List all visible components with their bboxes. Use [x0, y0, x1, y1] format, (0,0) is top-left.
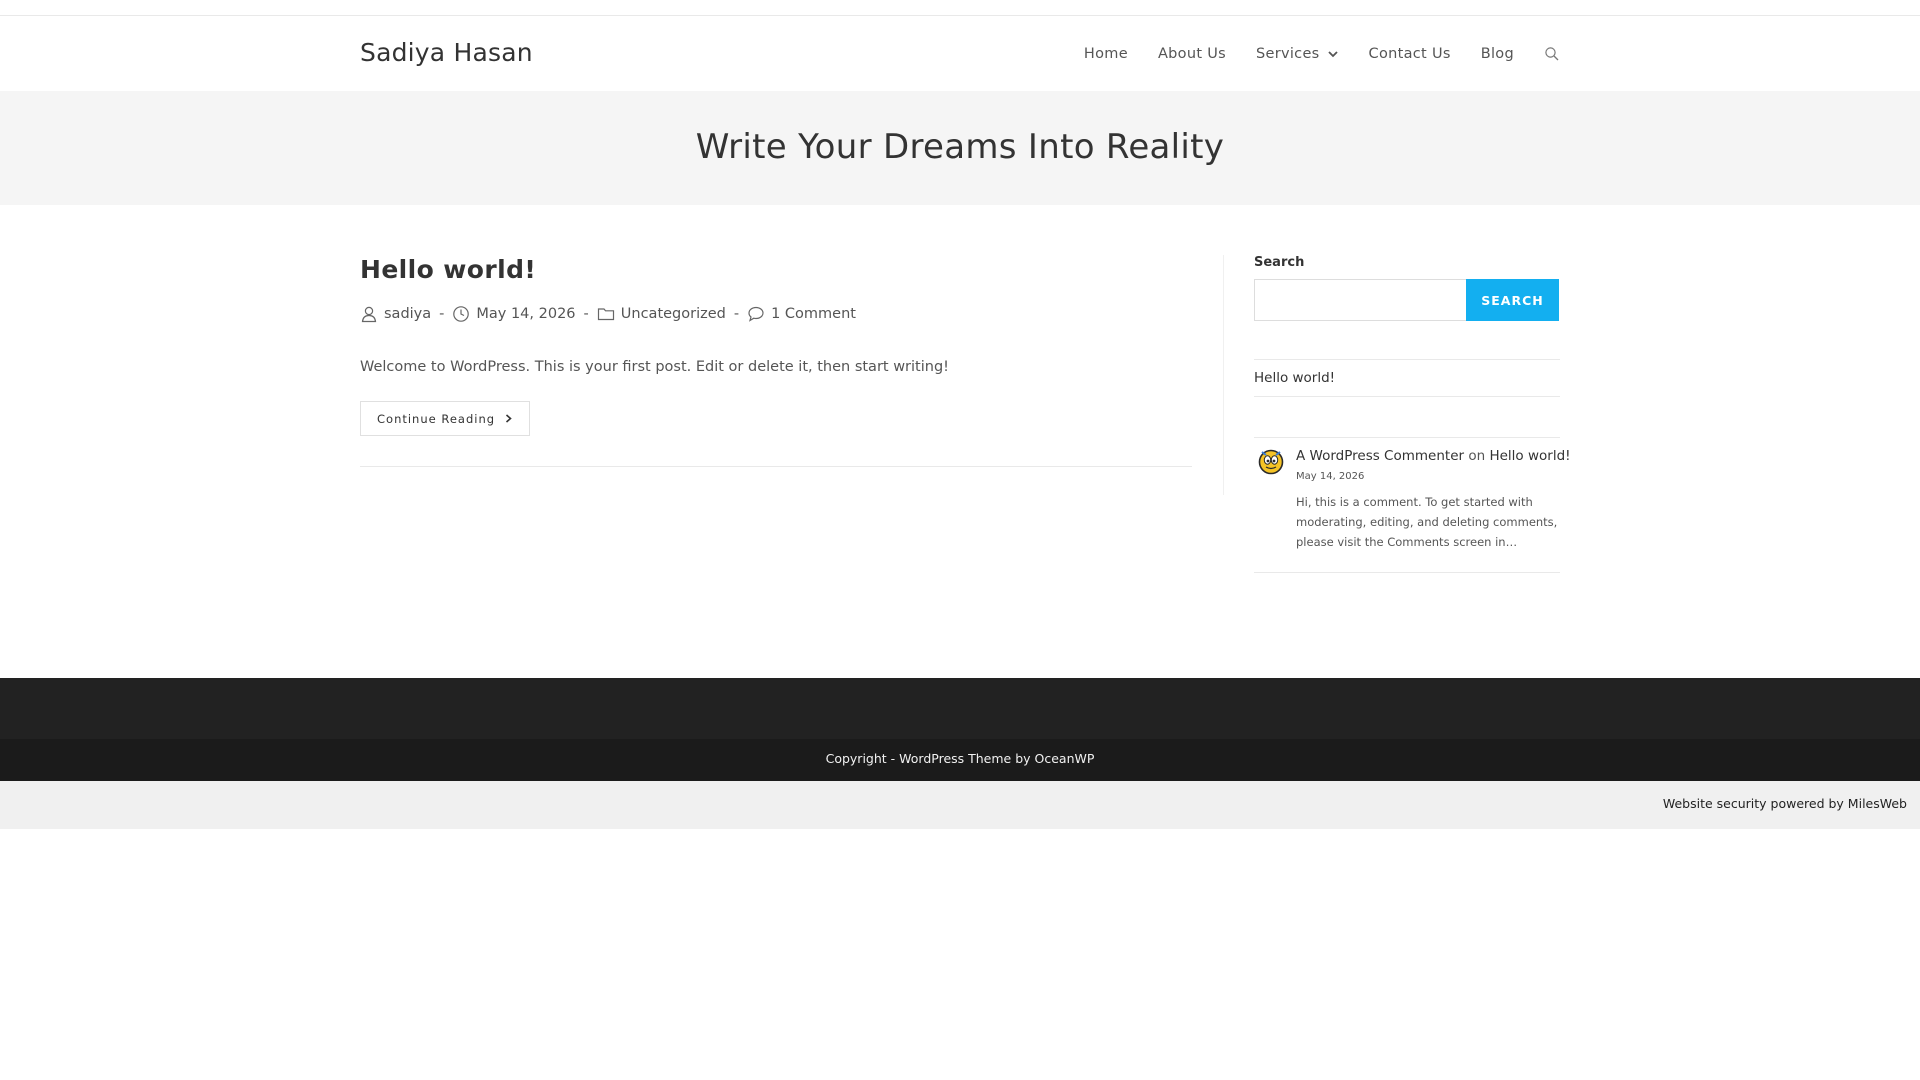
nav-item-services-label: Services	[1255, 45, 1320, 62]
recent-post-link[interactable]: Hello world!	[1254, 360, 1560, 386]
folder-icon	[597, 308, 614, 321]
sidebar-divider	[1223, 255, 1224, 495]
post-date: May 14, 2026	[452, 305, 576, 323]
search-form: SEARCH	[1254, 279, 1559, 321]
user-icon	[361, 306, 377, 323]
post-date-text: May 14, 2026	[476, 306, 576, 322]
comment-post-link[interactable]: Hello world!	[1489, 448, 1570, 464]
main-nav: Home About Us Services Contact Us Blog	[1084, 16, 1560, 91]
post-excerpt: Welcome to WordPress. This is your first…	[360, 359, 949, 375]
comment-icon	[748, 306, 764, 322]
recent-comment-header: A WordPress Commenter on Hello world!	[1296, 448, 1571, 464]
meta-separator: -	[733, 306, 740, 322]
post-comments-link[interactable]: 1 Comment	[771, 306, 856, 322]
post-category-link[interactable]: Uncategorized	[621, 306, 726, 322]
security-bar: Website security powered by MilesWeb	[0, 781, 1920, 829]
post-author: sadiya	[360, 305, 431, 323]
post-list: Hello world! sadiya - May 14, 2026 - Unc…	[360, 255, 1192, 467]
comment-date: May 14, 2026	[1296, 471, 1365, 482]
post-divider	[360, 466, 1192, 467]
post-category: Uncategorized	[597, 305, 726, 323]
clock-icon	[453, 306, 470, 322]
meta-separator: -	[583, 306, 589, 322]
search-widget-label: Search	[1254, 255, 1305, 270]
footer-widgets	[0, 678, 1920, 739]
nav-item-home[interactable]: Home	[1084, 46, 1128, 62]
nav-item-services[interactable]: Services	[1256, 46, 1339, 62]
nav-item-contact-us[interactable]: Contact Us	[1369, 46, 1451, 62]
recent-comments-widget: A WordPress Commenter on Hello world! Ma…	[1254, 437, 1571, 573]
recent-posts-widget: Hello world!	[1254, 359, 1560, 397]
sidebar: Search SEARCH Hello world! A WordPress C…	[1254, 255, 1571, 573]
post-author-link[interactable]: sadiya	[384, 306, 431, 322]
avatar	[1256, 446, 1286, 476]
search-icon[interactable]	[1544, 46, 1560, 62]
post-entry: Hello world! sadiya - May 14, 2026 - Unc…	[360, 255, 1192, 467]
footer-bottom: Copyright - WordPress Theme by OceanWP	[0, 739, 1920, 781]
comment-author-link[interactable]: A WordPress Commenter	[1296, 448, 1464, 464]
post-comments: 1 Comment	[747, 305, 856, 323]
search-input[interactable]	[1254, 279, 1466, 321]
security-link[interactable]: Website security powered by MilesWeb	[1663, 796, 1907, 811]
chevron-right-icon	[506, 414, 512, 423]
search-button[interactable]: SEARCH	[1466, 279, 1559, 321]
page-title: Write Your Dreams Into Reality	[695, 127, 1225, 167]
nav-item-about-us[interactable]: About Us	[1158, 46, 1226, 62]
page-header: Write Your Dreams Into Reality	[0, 91, 1920, 205]
comment-excerpt: Hi, this is a comment. To get started wi…	[1296, 495, 1558, 549]
post-meta: sadiya - May 14, 2026 - Uncategorized - …	[360, 305, 856, 323]
top-bar	[0, 0, 1920, 16]
site-title[interactable]: Sadiya Hasan	[360, 38, 533, 67]
comment-on-text: on	[1468, 448, 1486, 464]
recent-comment: A WordPress Commenter on Hello world! Ma…	[1296, 448, 1571, 552]
site-header: Sadiya Hasan Home About Us Services Cont…	[0, 16, 1920, 91]
copyright-text: Copyright - WordPress Theme by OceanWP	[825, 751, 1095, 766]
chevron-down-icon	[1327, 50, 1338, 57]
post-title[interactable]: Hello world!	[360, 255, 536, 284]
meta-separator: -	[439, 306, 445, 322]
continue-reading-button[interactable]: Continue Reading	[360, 401, 531, 436]
continue-reading-label: Continue Reading	[377, 411, 496, 426]
nav-item-blog[interactable]: Blog	[1481, 46, 1514, 62]
